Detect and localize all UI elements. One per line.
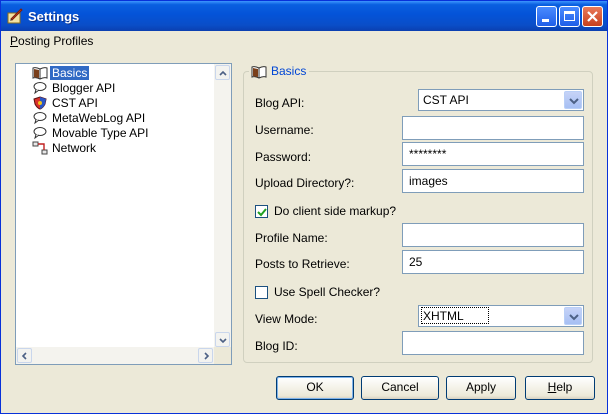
chevron-left-icon	[21, 352, 27, 360]
group-title: Basics	[249, 64, 310, 80]
scroll-right-button[interactable]	[198, 348, 213, 363]
menu-bar: Posting Profiles	[1, 31, 607, 51]
username-label: Username:	[255, 123, 314, 137]
profile-name-input[interactable]	[402, 223, 584, 247]
view-mode-value: XHTML	[421, 307, 489, 324]
view-mode-label: View Mode:	[255, 312, 318, 326]
upload-directory-label: Upload Directory?:	[255, 176, 355, 190]
chevron-up-icon	[219, 70, 227, 76]
close-button[interactable]	[582, 6, 603, 27]
posts-to-retrieve-input[interactable]: 25	[402, 250, 584, 274]
tree-item-label: CST API	[52, 96, 98, 110]
menu-label: osting Profiles	[18, 34, 94, 48]
ok-button[interactable]: OK	[276, 376, 354, 400]
window-title: Settings	[28, 9, 80, 24]
tree-item-label: Basics	[50, 66, 90, 80]
minimize-icon	[542, 19, 549, 22]
group-title-label: Basics	[271, 64, 307, 78]
tree-vertical-scrollbar[interactable]	[214, 64, 231, 348]
posts-to-retrieve-label: Posts to Retrieve:	[255, 257, 350, 271]
profile-tree[interactable]: Basics Blogger API CST API MetaWebLog AP…	[15, 63, 232, 365]
password-label: Password:	[255, 150, 312, 164]
minimize-button[interactable]	[536, 6, 557, 27]
chevron-down-icon	[569, 314, 579, 321]
book-icon	[32, 67, 48, 80]
chevron-right-icon	[204, 352, 210, 360]
tree-horizontal-scrollbar[interactable]	[16, 347, 214, 364]
shield-icon	[33, 96, 47, 110]
scroll-up-button[interactable]	[215, 65, 230, 80]
help-label: elp	[556, 380, 573, 394]
blog-id-label: Blog ID:	[255, 339, 298, 353]
password-input[interactable]: ********	[402, 142, 584, 166]
tree-item-label: Blogger API	[52, 81, 116, 95]
blog-api-value: CST API	[423, 93, 469, 107]
speech-bubble-icon	[33, 127, 47, 140]
scrollbar-corner	[214, 347, 231, 364]
client-markup-label[interactable]: Do client side markup?	[274, 204, 396, 218]
blog-api-select[interactable]: CST API	[418, 89, 584, 111]
maximize-button[interactable]	[559, 6, 580, 27]
chevron-down-icon	[219, 338, 227, 344]
blog-id-input[interactable]	[402, 331, 584, 355]
tree-item-label: MetaWebLog API	[52, 111, 146, 125]
maximize-icon	[564, 11, 575, 21]
upload-directory-input[interactable]: images	[402, 169, 584, 193]
username-input[interactable]	[402, 116, 584, 140]
book-icon	[251, 66, 267, 79]
network-icon	[32, 141, 48, 155]
dropdown-button[interactable]	[564, 91, 582, 109]
blog-api-label: Blog API:	[255, 96, 305, 110]
dropdown-button[interactable]	[564, 307, 582, 325]
client-markup-checkbox[interactable]	[255, 205, 268, 218]
speech-bubble-icon	[33, 82, 47, 95]
menu-mnemonic: P	[10, 34, 19, 48]
help-button[interactable]: Help	[525, 376, 595, 400]
checkmark-icon	[257, 208, 267, 217]
spell-checker-checkbox[interactable]	[255, 286, 268, 299]
cancel-button[interactable]: Cancel	[361, 376, 439, 400]
tree-item-label: Network	[52, 141, 97, 155]
profile-name-label: Profile Name:	[255, 231, 328, 245]
apply-button[interactable]: Apply	[446, 376, 516, 400]
scroll-left-button[interactable]	[17, 348, 32, 363]
spell-checker-label[interactable]: Use Spell Checker?	[274, 285, 380, 299]
settings-app-icon	[7, 8, 23, 24]
chevron-down-icon	[569, 98, 579, 105]
settings-window: Settings Posting Profiles Basics Blogger…	[0, 0, 608, 414]
close-icon	[587, 11, 598, 22]
title-bar[interactable]: Settings	[1, 1, 607, 31]
menu-posting-profiles[interactable]: Posting Profiles	[10, 34, 93, 48]
view-mode-select[interactable]: XHTML	[418, 305, 584, 327]
speech-bubble-icon	[33, 112, 47, 125]
tree-item-label: Movable Type API	[52, 126, 149, 140]
scroll-down-button[interactable]	[215, 332, 230, 347]
